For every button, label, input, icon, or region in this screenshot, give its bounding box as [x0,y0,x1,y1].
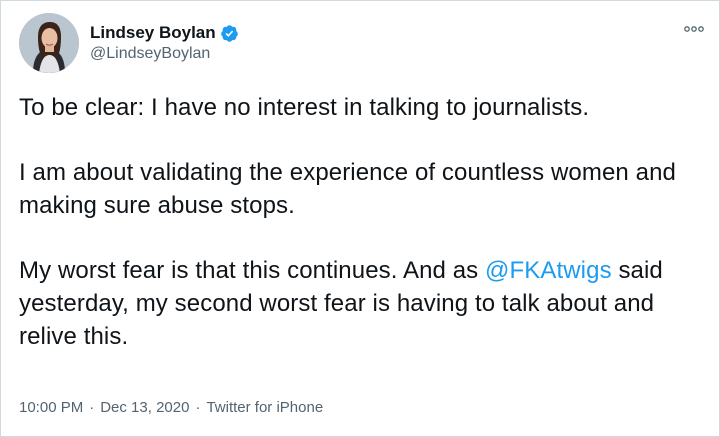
tweet-card: Lindsey Boylan @LindseyBoylan To be clea… [0,0,720,437]
meta-separator: · [195,399,201,416]
more-options-icon[interactable] [683,22,705,36]
avatar-image [19,13,79,73]
author-names: Lindsey Boylan @LindseyBoylan [90,22,239,63]
verified-badge-icon [220,24,238,42]
paragraph-3-start: My worst fear is that this continues. An… [19,257,486,284]
meta-separator: · [89,399,95,416]
tweet-paragraph-3: My worst fear is that this continues. An… [19,254,699,353]
tweet-date[interactable]: Dec 13, 2020 [100,399,189,416]
tweet-time[interactable]: 10:00 PM [19,399,83,416]
tweet-source[interactable]: Twitter for iPhone [206,399,323,416]
tweet-meta: 10:00 PM · Dec 13, 2020 · Twitter for iPhone [19,399,323,416]
handle[interactable]: @LindseyBoylan [90,45,239,63]
tweet-header: Lindsey Boylan @LindseyBoylan [19,13,705,73]
name-row: Lindsey Boylan [90,22,239,44]
mention-link[interactable]: @FKAtwigs [485,257,612,284]
display-name[interactable]: Lindsey Boylan [90,23,216,43]
avatar[interactable] [19,13,79,73]
tweet-paragraph-1: To be clear: I have no interest in talki… [19,94,590,121]
tweet-paragraph-2: I am about validating the experience of … [19,159,676,219]
tweet-text: To be clear: I have no interest in talki… [19,91,699,353]
